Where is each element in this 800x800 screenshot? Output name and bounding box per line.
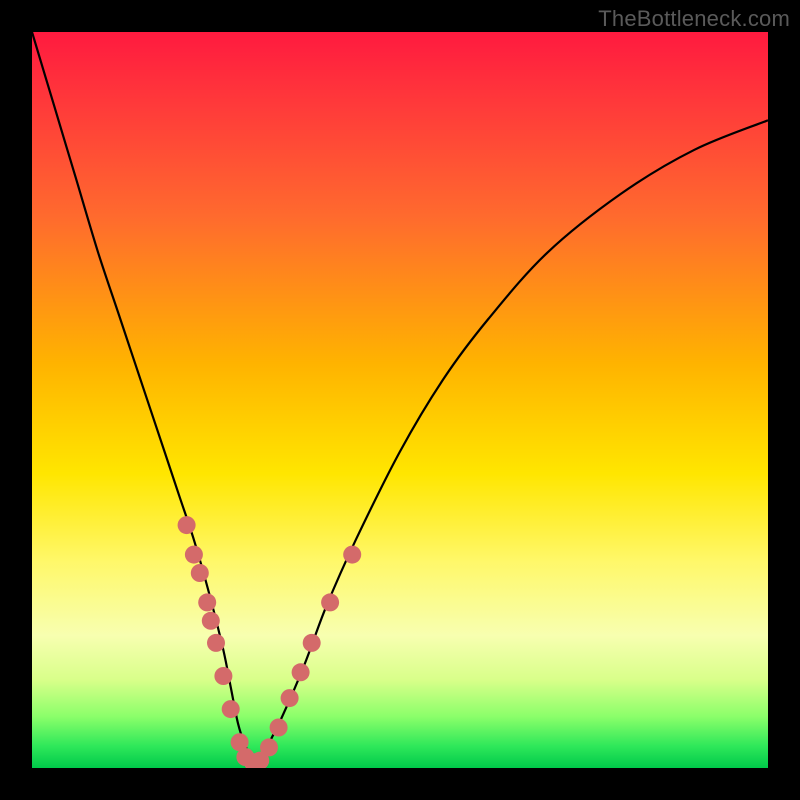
sample-dot	[202, 612, 220, 630]
sample-dot	[292, 663, 310, 681]
sample-dot	[281, 689, 299, 707]
sample-dot	[185, 546, 203, 564]
sample-dot	[321, 593, 339, 611]
sample-dot	[270, 719, 288, 737]
sample-dot	[191, 564, 209, 582]
sample-dot	[198, 593, 216, 611]
chart-stage: TheBottleneck.com	[0, 0, 800, 800]
sample-dots-group	[178, 516, 362, 768]
sample-dot	[207, 634, 225, 652]
bottleneck-curve	[32, 32, 768, 762]
sample-dot	[178, 516, 196, 534]
sample-dot	[343, 546, 361, 564]
curve-svg	[32, 32, 768, 768]
plot-area	[32, 32, 768, 768]
sample-dot	[214, 667, 232, 685]
watermark-text: TheBottleneck.com	[598, 6, 790, 32]
sample-dot	[222, 700, 240, 718]
sample-dot	[260, 738, 278, 756]
sample-dot	[303, 634, 321, 652]
